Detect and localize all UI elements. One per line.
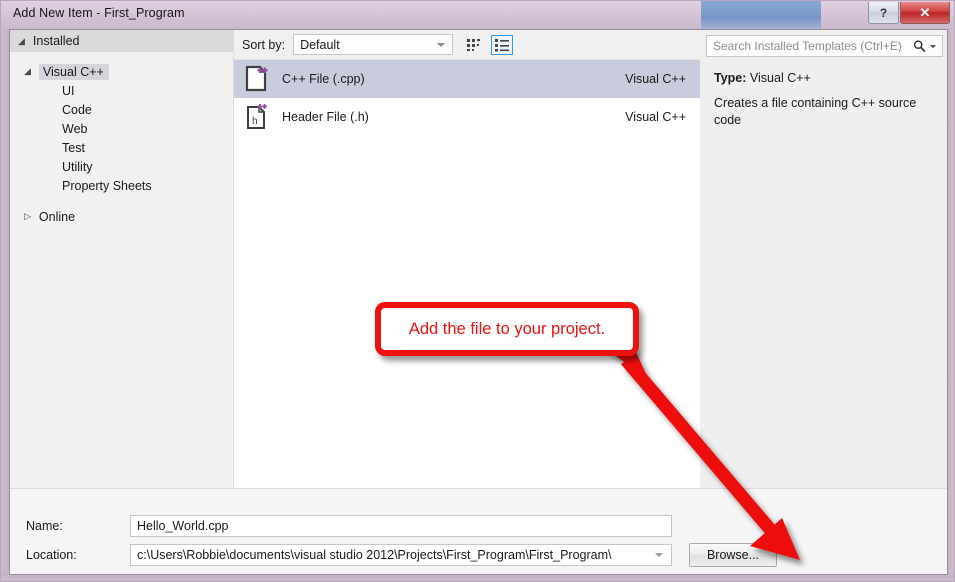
chevron-down-icon (655, 553, 663, 557)
details-body: Type: Visual C++ Creates a file containi… (700, 57, 947, 129)
template-type: Type: Visual C++ (714, 71, 937, 85)
sidebar-item-property-sheets[interactable]: Property Sheets (10, 176, 233, 195)
sidebar-item-code[interactable]: Code (10, 100, 233, 119)
dialog-window: Add New Item - First_Program ? ✕ ◢ Insta… (0, 0, 955, 582)
sidebar-item-visual-cpp[interactable]: ◢ Visual C++ (10, 62, 233, 81)
window-title: Add New Item - First_Program (13, 6, 185, 20)
dialog-client-area: ◢ Installed ◢ Visual C++ UI Code Web Tes… (9, 29, 948, 575)
location-label: Location: (26, 548, 77, 562)
window-frame-left (1, 1, 9, 581)
location-row: Location: c:\Users\Robbie\documents\visu… (10, 543, 947, 567)
template-list: C++ File (.cpp) Visual C++ h Header File… (234, 60, 700, 136)
svg-text:h: h (252, 116, 258, 127)
sidebar-item-label: Web (62, 121, 88, 136)
list-icon (495, 38, 510, 51)
chevron-down-icon: ◢ (24, 66, 31, 76)
name-label: Name: (26, 519, 63, 533)
close-icon: ✕ (919, 4, 931, 20)
sidebar-item-label: Utility (62, 159, 93, 174)
name-row: Name: Hello_World.cpp (10, 514, 947, 538)
browse-button-label: Browse... (706, 548, 760, 562)
list-item-category: Visual C++ (625, 110, 686, 124)
sidebar-item-label: Visual C++ (38, 63, 109, 80)
search-placeholder: Search Installed Templates (Ctrl+E) (713, 39, 902, 53)
tree-header-installed[interactable]: ◢ Installed (10, 30, 233, 52)
sidebar-item-utility[interactable]: Utility (10, 157, 233, 176)
sidebar-item-label: Code (62, 102, 92, 117)
sidebar-item-label: Property Sheets (62, 178, 152, 193)
browse-button[interactable]: Browse... (689, 543, 777, 567)
list-item[interactable]: C++ File (.cpp) Visual C++ (234, 60, 700, 98)
chevron-down-icon (437, 42, 446, 47)
sidebar-item-label: Online (38, 209, 76, 224)
list-item-category: Visual C++ (625, 72, 686, 86)
title-bar-glow (701, 1, 821, 29)
view-mode-buttons (463, 34, 514, 55)
template-type-label: Type: (714, 71, 747, 85)
header-file-icon: h (242, 103, 272, 131)
medium-icons-view-button[interactable] (463, 35, 485, 55)
location-field[interactable]: c:\Users\Robbie\documents\visual studio … (130, 544, 672, 566)
sidebar-item-test[interactable]: Test (10, 138, 233, 157)
template-type-value: Visual C++ (749, 71, 811, 85)
window-controls: ? ✕ (868, 2, 950, 24)
sort-toolbar: Sort by: Default (234, 30, 700, 60)
chevron-right-icon: ▷ (24, 211, 31, 221)
installed-templates-tree: ◢ Installed ◢ Visual C++ UI Code Web Tes… (10, 30, 234, 488)
search-input[interactable]: Search Installed Templates (Ctrl+E) (706, 35, 943, 57)
sort-by-select[interactable]: Default (293, 34, 454, 55)
name-field-value: Hello_World.cpp (137, 519, 229, 533)
list-item[interactable]: h Header File (.h) Visual C++ (234, 98, 700, 136)
details-pane: Search Installed Templates (Ctrl+E) Type… (700, 30, 947, 488)
name-field[interactable]: Hello_World.cpp (130, 515, 672, 537)
chevron-down-icon (930, 44, 936, 48)
list-item-label: C++ File (.cpp) (282, 72, 365, 86)
sidebar-item-ui[interactable]: UI (10, 81, 233, 100)
sidebar-item-label: Test (62, 140, 85, 155)
sort-by-value: Default (300, 37, 340, 52)
help-button[interactable]: ? (868, 2, 899, 24)
grid-icon (467, 38, 481, 51)
search-icon (913, 40, 926, 53)
template-description: Creates a file containing C++ source cod… (714, 96, 917, 127)
chevron-down-icon: ◢ (18, 35, 25, 46)
cpp-file-icon (242, 65, 272, 93)
sidebar-item-web[interactable]: Web (10, 119, 233, 138)
tree-header-label: Installed (32, 34, 80, 48)
template-list-pane: Sort by: Default C++ File (.cpp) Visual … (234, 30, 700, 488)
location-field-value: c:\Users\Robbie\documents\visual studio … (137, 548, 612, 562)
sidebar-item-online[interactable]: ▷ Online (10, 207, 233, 226)
list-item-label: Header File (.h) (282, 110, 369, 124)
close-button[interactable]: ✕ (900, 2, 950, 24)
search-controls (913, 40, 937, 53)
dialog-footer: Name: Hello_World.cpp Location: c:\Users… (10, 488, 947, 574)
sort-by-label: Sort by: (242, 37, 286, 52)
title-bar[interactable]: Add New Item - First_Program ? ✕ (1, 1, 954, 29)
tree-body: ◢ Visual C++ UI Code Web Test Utility Pr… (10, 52, 233, 226)
sidebar-item-label: UI (62, 83, 75, 98)
question-mark-icon: ? (879, 5, 888, 20)
list-view-button[interactable] (491, 34, 514, 55)
